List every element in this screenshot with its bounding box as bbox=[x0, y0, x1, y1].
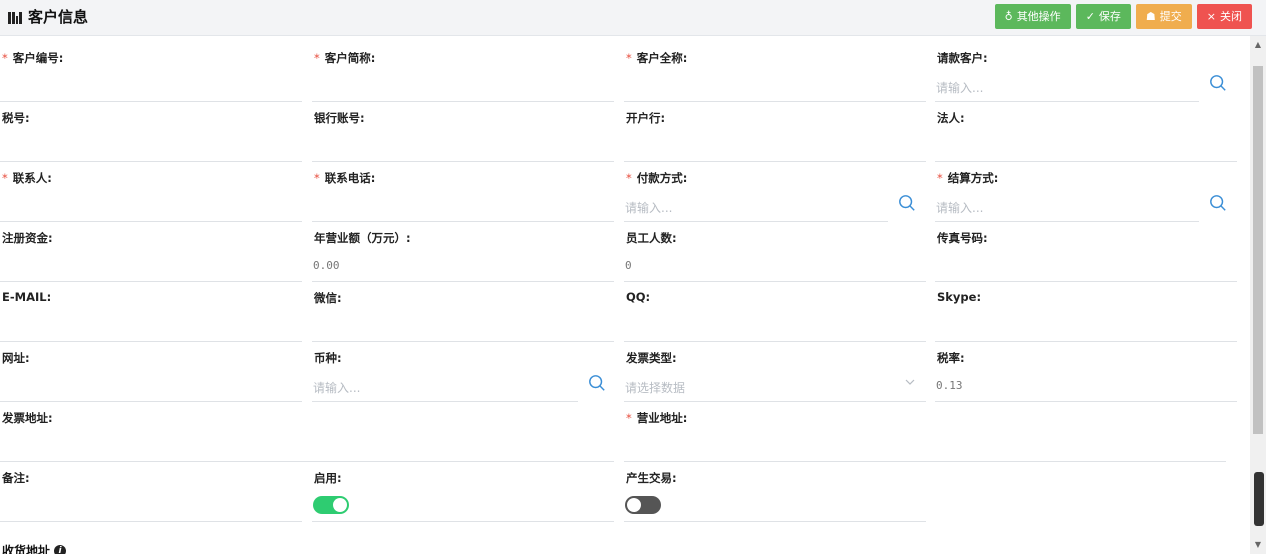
field-contact-phone[interactable]: * 联系电话: bbox=[312, 156, 614, 222]
page-title: 客户信息 bbox=[28, 8, 89, 26]
field-tax-rate[interactable]: 税率: 0.13 bbox=[935, 336, 1237, 402]
label-invoice-address: 发票地址: bbox=[2, 411, 53, 425]
field-fax[interactable]: 传真号码: bbox=[935, 216, 1237, 282]
field-bank[interactable]: 开户行: bbox=[624, 96, 926, 162]
scroll-up-icon[interactable]: ▲ bbox=[1253, 40, 1263, 50]
label-annual-revenue: 年营业额（万元）: bbox=[314, 231, 411, 245]
label-customer-full: 客户全称: bbox=[636, 51, 688, 65]
save-label: 保存 bbox=[1098, 10, 1121, 23]
search-icon[interactable] bbox=[1209, 74, 1227, 92]
label-qq: QQ: bbox=[626, 290, 651, 304]
field-invoice-type[interactable]: 发票类型: 请选择数据 bbox=[624, 336, 926, 402]
label-contact-phone: 联系电话: bbox=[324, 171, 376, 185]
close-button[interactable]: × 关闭 bbox=[1196, 4, 1252, 29]
field-invoice-address[interactable]: 发票地址: bbox=[0, 396, 614, 462]
label-remarks: 备注: bbox=[2, 471, 30, 485]
field-customer-code[interactable]: * 客户编号: bbox=[0, 36, 302, 102]
field-business-address[interactable]: * 营业地址: bbox=[624, 396, 1226, 462]
bar-chart-icon bbox=[8, 10, 22, 24]
field-tax-no[interactable]: 税号: bbox=[0, 96, 302, 162]
chevron-down-icon[interactable] bbox=[904, 376, 916, 388]
tax-rate-value[interactable]: 0.13 bbox=[936, 379, 963, 392]
search-icon[interactable] bbox=[898, 194, 916, 212]
field-contact[interactable]: * 联系人: bbox=[0, 156, 302, 222]
field-currency[interactable]: 币种: 请输入... bbox=[312, 336, 605, 402]
search-icon[interactable] bbox=[588, 374, 606, 392]
field-legal-person[interactable]: 法人: bbox=[935, 96, 1237, 162]
label-tax-rate: 税率: bbox=[937, 351, 965, 365]
side-widget[interactable] bbox=[1254, 472, 1264, 526]
scroll-down-icon[interactable]: ▼ bbox=[1253, 540, 1263, 550]
title-wrap: 客户信息 bbox=[8, 6, 88, 27]
submit-button[interactable]: ☗ 提交 bbox=[1135, 4, 1192, 29]
label-employees: 员工人数: bbox=[626, 231, 677, 245]
field-billing-customer[interactable]: 请款客户: 请输入... bbox=[935, 36, 1226, 102]
label-currency: 币种: bbox=[314, 351, 342, 365]
label-settlement-method: 结算方式: bbox=[947, 171, 999, 185]
scroll-thumb[interactable] bbox=[1253, 66, 1263, 434]
other-actions-label: 其他操作 bbox=[1016, 10, 1061, 23]
info-icon[interactable]: i bbox=[54, 544, 67, 554]
field-wechat[interactable]: 微信: bbox=[312, 276, 614, 342]
label-email: E-MAIL: bbox=[2, 290, 52, 304]
field-skype[interactable]: Skype: bbox=[935, 276, 1237, 342]
field-annual-revenue[interactable]: 年营业额（万元）: 0.00 bbox=[312, 216, 614, 282]
section-shipping-address: 收货地址 i bbox=[2, 542, 67, 554]
field-registered-capital[interactable]: 注册资金: bbox=[0, 216, 302, 282]
check-icon: ✓ bbox=[1085, 10, 1095, 23]
field-remarks[interactable]: 备注: bbox=[0, 456, 302, 522]
payment-method-input[interactable]: 请输入... bbox=[625, 199, 672, 216]
close-label: 关闭 bbox=[1220, 10, 1242, 23]
field-website[interactable]: 网址: bbox=[0, 336, 302, 402]
label-invoice-type: 发票类型: bbox=[626, 351, 677, 365]
label-customer-short: 客户简称: bbox=[324, 51, 376, 65]
label-bank-account: 银行账号: bbox=[314, 111, 365, 125]
label-contact: 联系人: bbox=[12, 171, 52, 185]
billing-customer-input[interactable]: 请输入... bbox=[936, 79, 983, 96]
employees-value[interactable]: 0 bbox=[625, 259, 632, 272]
currency-input[interactable]: 请输入... bbox=[313, 379, 360, 396]
invoice-type-select[interactable]: 请选择数据 bbox=[625, 379, 685, 396]
label-enabled: 启用: bbox=[314, 471, 342, 485]
label-skype: Skype: bbox=[937, 290, 982, 304]
field-customer-full[interactable]: * 客户全称: bbox=[624, 36, 926, 102]
field-payment-method[interactable]: * 付款方式: 请输入... bbox=[624, 156, 915, 222]
label-legal-person: 法人: bbox=[937, 111, 965, 125]
label-customer-code: 客户编号: bbox=[12, 51, 64, 65]
field-settlement-method[interactable]: * 结算方式: 请输入... bbox=[935, 156, 1226, 222]
toolbar: ♁ 其他操作 ✓ 保存 ☗ 提交 × 关闭 bbox=[994, 4, 1258, 29]
field-email[interactable]: E-MAIL: bbox=[0, 276, 302, 342]
enabled-toggle[interactable] bbox=[313, 496, 349, 514]
label-registered-capital: 注册资金: bbox=[2, 231, 53, 245]
field-bank-account[interactable]: 银行账号: bbox=[312, 96, 614, 162]
save-button[interactable]: ✓ 保存 bbox=[1075, 4, 1131, 29]
produce-trade-toggle[interactable] bbox=[625, 496, 661, 514]
label-fax: 传真号码: bbox=[937, 231, 988, 245]
field-enabled: 启用: bbox=[312, 456, 614, 522]
label-website: 网址: bbox=[2, 351, 30, 365]
label-tax-no: 税号: bbox=[2, 111, 30, 125]
customer-form: * 客户编号: * 客户简称: * 客户全称: 请款客户: 请输入... 税号: 银行… bbox=[0, 36, 1250, 554]
close-icon: × bbox=[1206, 10, 1216, 23]
search-icon[interactable] bbox=[1209, 194, 1227, 212]
doc-icon: ☗ bbox=[1145, 10, 1156, 23]
label-wechat: 微信: bbox=[314, 291, 342, 305]
submit-label: 提交 bbox=[1159, 10, 1182, 23]
shipping-address-title: 收货地址 bbox=[2, 544, 51, 554]
field-qq[interactable]: QQ: bbox=[624, 276, 926, 342]
label-bank: 开户行: bbox=[626, 111, 666, 125]
annual-revenue-value[interactable]: 0.00 bbox=[313, 259, 340, 272]
page-header: 客户信息 ♁ 其他操作 ✓ 保存 ☗ 提交 × 关闭 bbox=[0, 0, 1266, 36]
label-produce-trade: 产生交易: bbox=[626, 471, 677, 485]
settlement-method-input[interactable]: 请输入... bbox=[936, 199, 983, 216]
other-actions-button[interactable]: ♁ 其他操作 bbox=[994, 4, 1071, 29]
label-billing-customer: 请款客户: bbox=[937, 51, 988, 65]
label-payment-method: 付款方式: bbox=[636, 171, 688, 185]
field-customer-short[interactable]: * 客户简称: bbox=[312, 36, 614, 102]
field-produce-trade: 产生交易: bbox=[624, 456, 926, 522]
thumb-icon: ♁ bbox=[1004, 10, 1013, 23]
field-employees[interactable]: 员工人数: 0 bbox=[624, 216, 926, 282]
label-business-address: 营业地址: bbox=[636, 411, 688, 425]
